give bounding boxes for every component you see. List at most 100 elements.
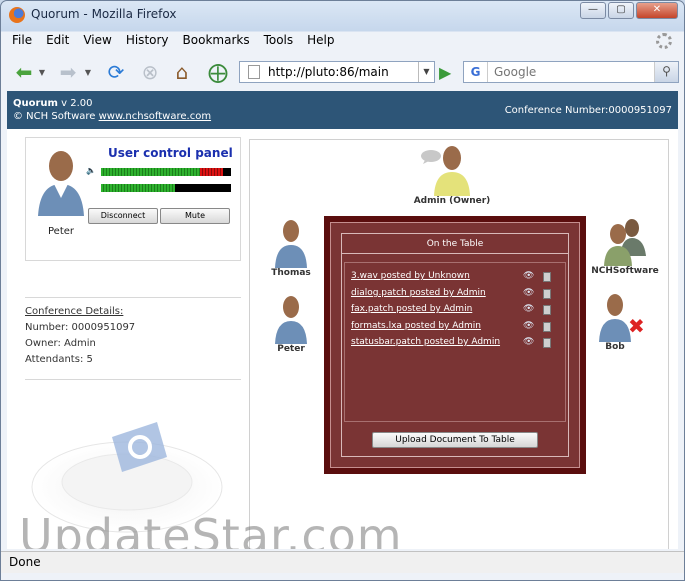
thomas-avatar-icon [275,220,307,268]
speaker-peak-segment [199,168,224,176]
forward-history-dropdown-icon[interactable]: ▼ [83,59,93,85]
search-icon[interactable]: ⚲ [654,62,678,82]
panel-title: User control panel [108,146,233,160]
table-board: On the Table 3.wav posted by Unknown 👁 d… [324,216,586,474]
document-link[interactable]: statusbar.patch posted by Admin [351,337,500,347]
participant-peter-name: Peter [277,344,305,354]
conference-details: Conference Details: Number: 0000951097 O… [25,297,241,368]
participant-bob-name: Bob [605,342,625,352]
page-content: Quorum v 2.00 © NCH Software www.nchsoft… [7,91,678,549]
participant-nchsoftware[interactable]: NCHSoftware [590,216,660,276]
url-text[interactable]: http://pluto:86/main [268,65,418,79]
url-bar[interactable]: http://pluto:86/main ▼ [239,61,435,83]
speaker-level-meter [101,168,231,176]
home-icon[interactable]: ⌂ [169,59,195,85]
search-input[interactable] [488,65,654,79]
user-name: Peter [48,226,75,237]
go-arrow-icon[interactable]: ▶ [439,63,451,82]
trash-icon[interactable] [543,272,551,282]
user-avatar-icon [38,151,84,216]
app-version: v 2.00 [61,98,93,109]
stop-icon[interactable]: ⊗ [137,59,163,85]
document-row: dialog.patch posted by Admin 👁 [351,288,561,302]
copyright-line: © NCH Software www.nchsoftware.com [13,111,211,122]
trash-icon[interactable] [543,338,551,348]
app-name: Quorum [13,98,58,109]
mic-level-fill [101,184,176,192]
left-panel: Peter User control panel 🔈 Disconnect Mu… [7,129,247,549]
throbber-icon [656,33,672,49]
group-avatar-icon [604,219,646,266]
forward-arrow-icon[interactable]: ➡ [55,59,81,85]
google-engine-icon[interactable]: G [464,62,488,82]
back-history-dropdown-icon[interactable]: ▼ [37,59,47,85]
conference-room-panel: Admin (Owner) Thomas Peter NCHSoftware B… [249,139,669,549]
remove-participant-icon[interactable]: ✖ [628,314,645,338]
status-bar: Done [1,551,684,573]
participant-thomas[interactable]: Thomas [266,218,316,278]
menu-file[interactable]: File [7,31,37,51]
participant-peter[interactable]: Peter [266,294,316,354]
document-row: formats.lxa posted by Admin 👁 [351,321,561,335]
document-row: statusbar.patch posted by Admin 👁 [351,337,561,351]
window-controls: — ▢ ✕ [580,2,678,19]
mute-button[interactable]: Mute [160,208,230,224]
document-row: 3.wav posted by Unknown 👁 [351,271,561,285]
participant-thomas-name: Thomas [271,268,311,278]
firefox-logo-icon [9,7,25,23]
maximize-button[interactable]: ▢ [608,2,634,19]
menu-view[interactable]: View [78,31,116,51]
watermark: UpdateStar.com [19,509,403,549]
details-owner: Owner: Admin [25,338,96,349]
menu-bar: File Edit View History Bookmarks Tools H… [7,31,678,51]
trash-icon[interactable] [543,289,551,299]
menu-edit[interactable]: Edit [41,31,74,51]
peter-avatar-icon [275,296,307,344]
menu-history[interactable]: History [121,31,174,51]
copyright-text: © NCH Software [13,111,96,122]
trash-icon[interactable] [543,322,551,332]
menu-help[interactable]: Help [302,31,339,51]
window-title: Quorum - Mozilla Firefox [31,7,177,21]
view-eye-icon[interactable]: 👁 [523,271,534,281]
document-link[interactable]: formats.lxa posted by Admin [351,321,481,331]
app-header: Quorum v 2.00 © NCH Software www.nchsoft… [7,91,678,129]
view-eye-icon[interactable]: 👁 [523,321,534,331]
participant-admin-name: Admin (Owner) [413,196,491,206]
minimize-button[interactable]: — [580,2,606,19]
view-eye-icon[interactable]: 👁 [523,304,534,314]
document-link[interactable]: 3.wav posted by Unknown [351,271,470,281]
disconnect-button[interactable]: Disconnect [88,208,158,224]
document-link[interactable]: dialog.patch posted by Admin [351,288,486,298]
table-board-inner: On the Table 3.wav posted by Unknown 👁 d… [341,233,569,457]
website-link[interactable]: www.nchsoftware.com [99,111,211,122]
user-control-panel: Peter User control panel 🔈 Disconnect Mu… [25,137,241,261]
details-heading: Conference Details: [25,306,124,317]
participant-nchsoftware-name: NCHSoftware [591,266,659,276]
url-dropdown-icon[interactable]: ▼ [418,62,434,82]
title-bar: Quorum - Mozilla Firefox — ▢ ✕ [1,1,684,29]
view-eye-icon[interactable]: 👁 [523,337,534,347]
navigation-toolbar: ⬅ ▼ ➡ ▼ ⟳ ⊗ ⌂ ⨁ http://pluto:86/main ▼ ▶… [7,57,679,87]
new-tab-icon[interactable]: ⨁ [205,59,231,85]
conference-number: Conference Number:0000951097 [504,105,672,116]
menu-tools[interactable]: Tools [259,31,299,51]
details-divider [25,379,241,380]
document-list: 3.wav posted by Unknown 👁 dialog.patch p… [344,262,566,422]
upload-document-button[interactable]: Upload Document To Table [372,432,538,448]
participant-admin[interactable]: Admin (Owner) [412,144,492,206]
close-button[interactable]: ✕ [636,2,678,19]
menu-bookmarks[interactable]: Bookmarks [178,31,255,51]
table-board-frame: On the Table 3.wav posted by Unknown 👁 d… [330,222,580,468]
document-link[interactable]: fax.patch posted by Admin [351,304,472,314]
back-arrow-icon[interactable]: ⬅ [11,59,37,85]
document-row: fax.patch posted by Admin 👁 [351,304,561,318]
view-eye-icon[interactable]: 👁 [523,288,534,298]
mic-level-meter [101,184,231,192]
trash-icon[interactable] [543,305,551,315]
search-bar: G ⚲ [463,61,679,83]
reload-icon[interactable]: ⟳ [103,59,129,85]
browser-window: Quorum - Mozilla Firefox — ▢ ✕ File Edit… [0,0,685,581]
details-attendants: Attendants: 5 [25,354,93,365]
admin-avatar-icon [434,146,470,196]
